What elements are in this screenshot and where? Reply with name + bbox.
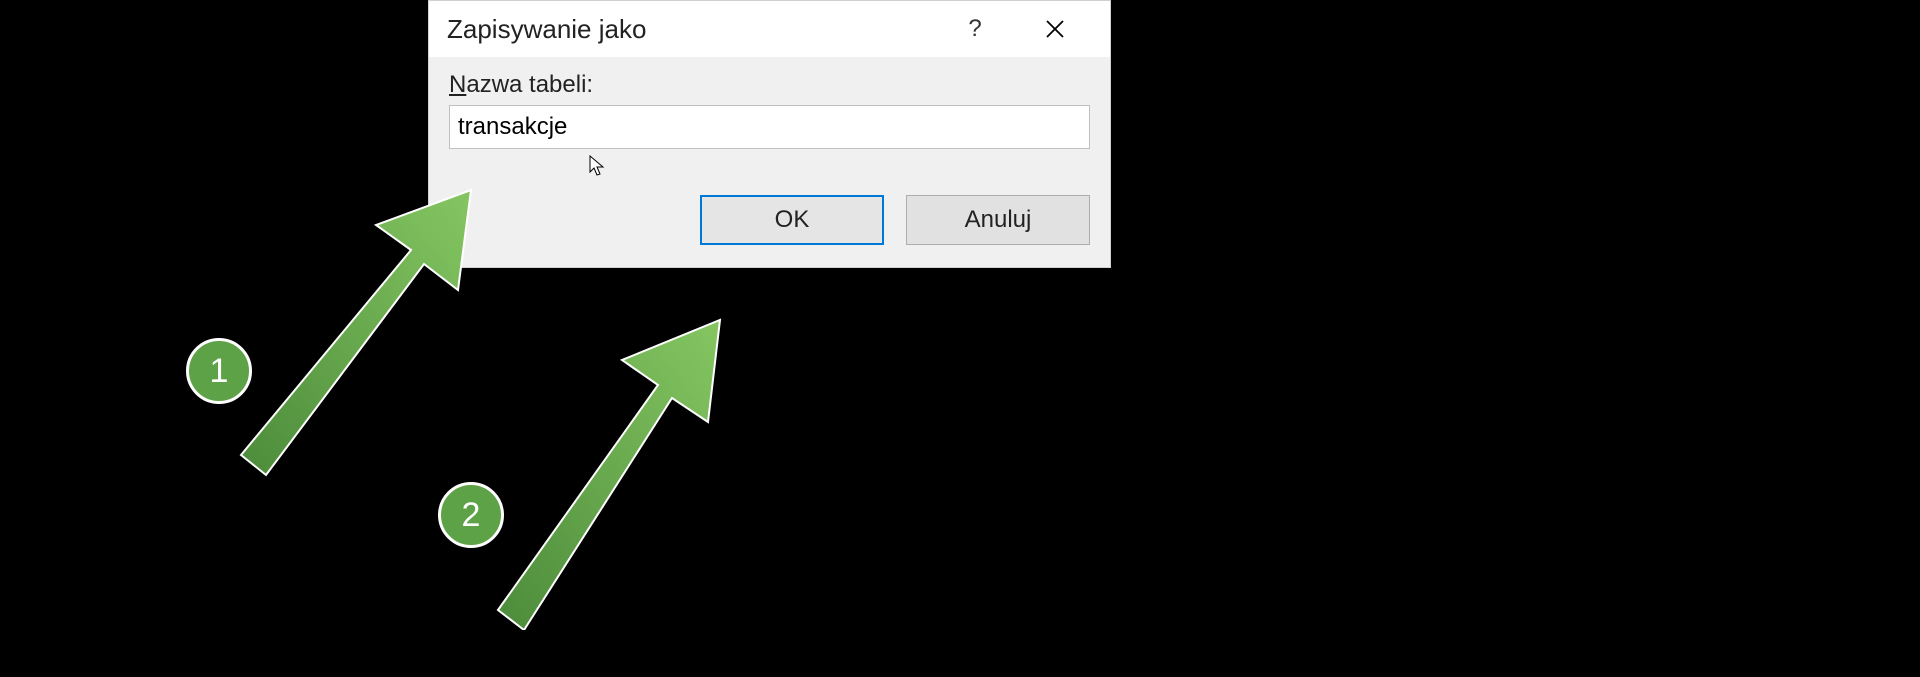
- annotation-badge-2: 2: [438, 482, 504, 548]
- help-icon: ?: [968, 15, 981, 43]
- dialog-title: Zapisywanie jako: [447, 14, 646, 45]
- cancel-button[interactable]: Anuluj: [906, 195, 1090, 245]
- table-name-input[interactable]: [449, 105, 1090, 149]
- mouse-cursor-icon: [589, 155, 605, 177]
- dialog-titlebar: Zapisywanie jako ?: [429, 1, 1110, 57]
- close-icon: [1046, 20, 1064, 38]
- ok-button[interactable]: OK: [700, 195, 884, 245]
- arrow-icon: [438, 310, 738, 630]
- table-name-label: Nazwa tabeli:: [449, 71, 1090, 99]
- help-button[interactable]: ?: [950, 1, 1000, 57]
- save-as-dialog: Zapisywanie jako ? Nazwa tabeli: OK Anul…: [428, 0, 1111, 268]
- close-button[interactable]: [1030, 1, 1080, 57]
- dialog-body: Nazwa tabeli: OK Anuluj: [429, 57, 1110, 267]
- dialog-button-row: OK Anuluj: [449, 195, 1090, 245]
- annotation-badge-1: 1: [186, 338, 252, 404]
